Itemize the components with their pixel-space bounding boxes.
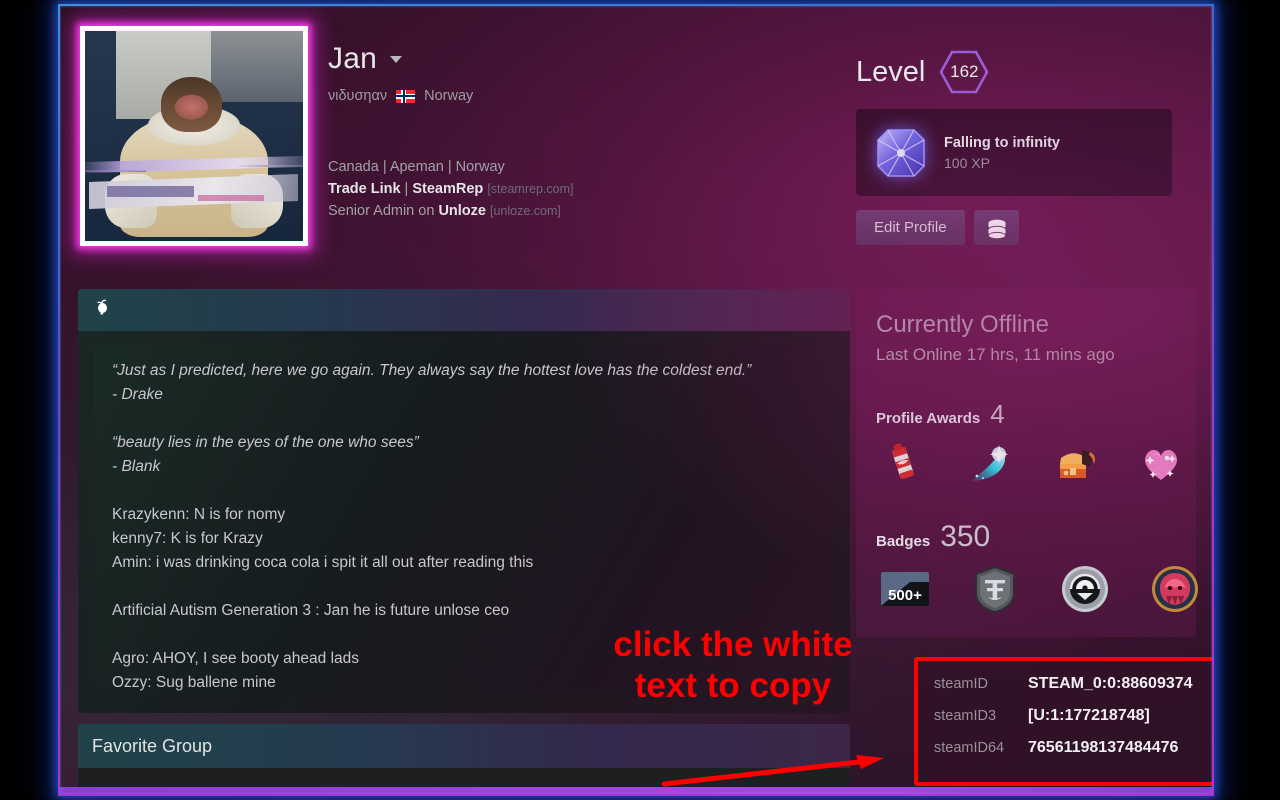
- avatar[interactable]: [80, 26, 308, 246]
- badge-500plus-icon[interactable]: 500+: [880, 564, 930, 614]
- badge-silver-medal-icon[interactable]: [1060, 564, 1110, 614]
- separator: |: [400, 181, 413, 197]
- screenshot-root: Jan νιδυσηαν Norway Canada | Apeman | No…: [0, 0, 1280, 800]
- level-value: 162: [950, 62, 979, 81]
- avatar-frame: [80, 26, 308, 246]
- quote-block-2: “beauty lies in the eyes of the one who …: [112, 434, 419, 475]
- badge-red-creature-icon[interactable]: [1150, 564, 1200, 614]
- summary-line-2: Trade Link | SteamRep [steamrep.com]: [328, 178, 573, 200]
- annotation-line-1: click the white: [613, 625, 853, 664]
- persona-name[interactable]: Jan: [328, 42, 377, 76]
- profile-awards-row: [876, 440, 1178, 486]
- award-heart-icon[interactable]: [1138, 440, 1184, 486]
- steamid-row: steamID STEAM_0:0:88609374: [934, 675, 1212, 693]
- avatar-image: [85, 31, 303, 241]
- name-block: Jan νιδυσηαν Norway: [328, 42, 473, 104]
- badges-label: Badges: [876, 533, 931, 550]
- badges-count: 350: [940, 520, 991, 553]
- xp-subtitle: 100 XP: [944, 154, 990, 171]
- profile-action-buttons: Edit Profile: [856, 210, 1019, 245]
- annotation-text: click the white text to copy: [572, 624, 894, 706]
- profile-awards-count: 4: [990, 399, 1005, 429]
- showcase-header: [78, 289, 850, 331]
- annotation-line-2: text to copy: [634, 666, 832, 705]
- bottom-accent-strip: [60, 787, 1212, 794]
- inventory-button[interactable]: [973, 210, 1019, 245]
- coin-stack-icon: [985, 218, 1007, 239]
- level-hex-badge: 162: [939, 50, 989, 94]
- online-status: Currently Offline: [876, 311, 1049, 338]
- profile-awards-header: Profile Awards 4: [876, 399, 1176, 430]
- unloze-url: [unloze.com]: [490, 204, 561, 218]
- trade-link[interactable]: Trade Link: [328, 181, 401, 197]
- profile-awards-label: Profile Awards: [876, 410, 981, 427]
- summary-line-1: Canada | Apeman | Norway: [328, 159, 505, 175]
- steamid3-row: steamID3 [U:1:177218748]: [934, 707, 1212, 725]
- steamid-key: steamID: [934, 676, 988, 692]
- steamid3-value[interactable]: [U:1:177218748]: [1028, 707, 1150, 725]
- norway-flag-icon: [396, 89, 416, 103]
- badge-warships-icon[interactable]: [970, 564, 1020, 614]
- award-soda-can-icon[interactable]: [880, 440, 926, 486]
- award-treasure-chest-icon[interactable]: [1052, 440, 1098, 486]
- profile-summary: Canada | Apeman | Norway Trade Link | St…: [328, 156, 573, 222]
- unloze-link[interactable]: Unloze: [438, 203, 486, 219]
- summary-line-3: Senior Admin on Unloze [unloze.com]: [328, 200, 573, 222]
- xp-text: Falling to infinity 100 XP: [944, 135, 1060, 171]
- steamid-value[interactable]: STEAM_0:0:88609374: [1028, 675, 1193, 693]
- steamid64-row: steamID64 76561198137484476: [934, 739, 1212, 757]
- badges-header: Badges 350: [876, 520, 1176, 554]
- gem-icon: [874, 126, 928, 180]
- xp-title: Falling to infinity: [944, 134, 1060, 151]
- quote-block-3: Krazykenn: N is for nomy kenny7: K is fo…: [112, 506, 534, 571]
- comment-glyph-icon: [92, 299, 112, 321]
- status-panel: Currently Offline Last Online 17 hrs, 11…: [856, 289, 1198, 637]
- steamid3-key: steamID3: [934, 708, 997, 724]
- quote-block-4: Artificial Autism Generation 3 : Jan he …: [112, 602, 510, 619]
- edit-profile-button[interactable]: Edit Profile: [856, 210, 965, 245]
- steamid-box: steamID STEAM_0:0:88609374 steamID3 [U:1…: [914, 657, 1212, 786]
- red-arrow-icon: [660, 742, 900, 793]
- level-label: Level: [856, 55, 926, 88]
- realname-row: νιδυσηαν Norway: [328, 88, 473, 104]
- steamid64-value[interactable]: 76561198137484476: [1028, 739, 1178, 757]
- level-row[interactable]: Level 162: [856, 50, 989, 94]
- steamrep-link[interactable]: SteamRep: [412, 181, 483, 197]
- steam-profile-page: Jan νιδυσηαν Norway Canada | Apeman | No…: [60, 6, 1212, 794]
- quote-block-1: “Just as I predicted, here we go again. …: [112, 362, 752, 403]
- chevron-down-icon[interactable]: [390, 55, 403, 63]
- award-comet-icon[interactable]: [966, 440, 1012, 486]
- badges-row: 500+: [876, 564, 1198, 614]
- steamrep-url: [steamrep.com]: [487, 182, 574, 196]
- real-name: νιδυσηαν: [328, 88, 388, 104]
- steamid64-key: steamID64: [934, 740, 1005, 756]
- profile-header: Jan νιδυσηαν Norway Canada | Apeman | No…: [60, 6, 1212, 278]
- admin-prefix: Senior Admin on: [328, 203, 439, 219]
- xp-card[interactable]: Falling to infinity 100 XP: [856, 109, 1172, 196]
- last-online: Last Online 17 hrs, 11 mins ago: [876, 345, 1115, 364]
- country-name: Norway: [424, 88, 474, 104]
- badge-500plus-text: 500+: [888, 587, 922, 604]
